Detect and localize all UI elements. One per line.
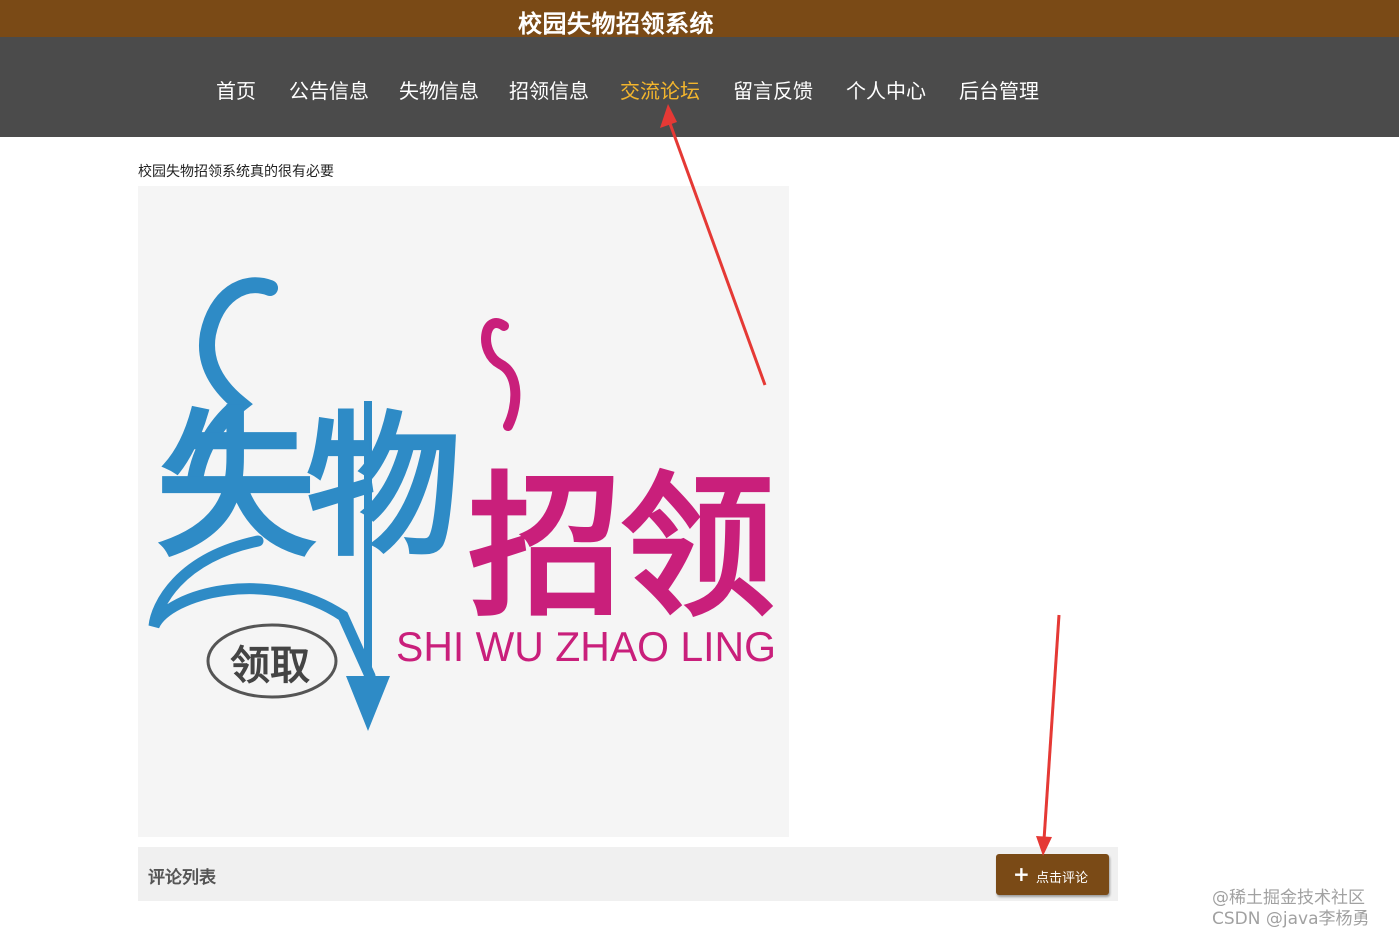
comment-list-title: 评论列表 <box>148 868 216 888</box>
poster-char-2: 物 <box>306 397 461 578</box>
nav-item-feedback[interactable]: 留言反馈 <box>733 75 813 104</box>
poster-char-3: 招 <box>468 457 623 638</box>
nav-item-lost-items[interactable]: 失物信息 <box>399 75 479 104</box>
post-title: 校园失物招领系统真的很有必要 <box>138 164 334 180</box>
plus-icon: + <box>1013 862 1030 886</box>
add-comment-button-label: 点击评论 <box>1036 871 1089 886</box>
watermark-line-2: CSDN @java李杨勇 <box>1212 909 1370 929</box>
annotation-arrow-line-comment <box>1042 614 1061 841</box>
poster-char-4: 领 <box>620 457 775 638</box>
poster-char-1: 失 <box>156 392 317 579</box>
watermark: @稀土掘金技术社区 CSDN @java李杨勇 <box>1212 888 1370 930</box>
nav-item-found-items[interactable]: 招领信息 <box>509 75 589 104</box>
nav-item-forum[interactable]: 交流论坛 <box>620 75 700 104</box>
main-nav: 首页 公告信息 失物信息 招领信息 交流论坛 留言反馈 个人中心 后台管理 <box>0 37 1399 137</box>
nav-item-admin[interactable]: 后台管理 <box>959 75 1039 104</box>
site-title: 校园失物招领系统 <box>518 10 714 38</box>
nav-item-home[interactable]: 首页 <box>216 75 256 104</box>
post-image: 失 物 招 领 SHI WU ZHAO LING 领取 <box>138 186 789 837</box>
lost-and-found-logo: 失 物 招 领 SHI WU ZHAO LING 领取 <box>148 277 776 731</box>
comment-list-header: 评论列表 + 点击评论 <box>138 847 1118 901</box>
poster-badge: 领取 <box>230 643 310 689</box>
nav-item-profile[interactable]: 个人中心 <box>846 75 926 104</box>
title-bar: 校园失物招领系统 <box>0 0 1399 38</box>
magenta-swirl <box>481 318 521 431</box>
add-comment-button[interactable]: + 点击评论 <box>996 854 1109 895</box>
poster-subtitle: SHI WU ZHAO LING <box>396 623 776 670</box>
watermark-line-1: @稀土掘金技术社区 <box>1212 888 1365 908</box>
nav-item-announcements[interactable]: 公告信息 <box>289 75 369 104</box>
blue-arrow-head <box>346 676 390 731</box>
